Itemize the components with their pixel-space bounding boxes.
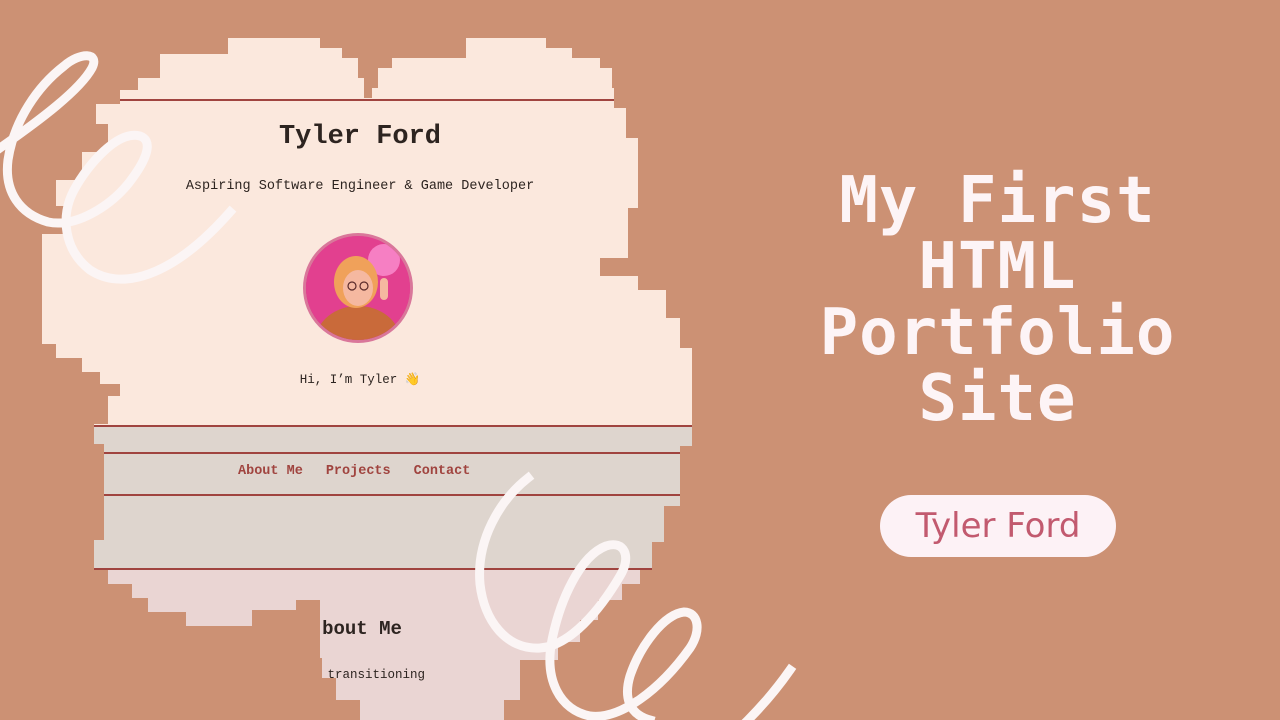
nav-about-me[interactable]: About Me (238, 464, 303, 479)
nav-contact[interactable]: Contact (414, 464, 471, 479)
hero-title: My First HTML Portfolio Site (770, 168, 1225, 432)
hero-title-line-1: My First (839, 164, 1156, 238)
nav-projects[interactable]: Projects (326, 464, 391, 479)
nav-divider-bottom (0, 494, 720, 496)
hero-title-line-3: Portfolio (819, 296, 1176, 370)
hero-title-line-4: Site (918, 362, 1077, 436)
site-subtitle: Aspiring Software Engineer & Game Develo… (185, 179, 535, 194)
site-nav: About Me Projects Contact (238, 464, 470, 479)
avatar (303, 233, 413, 343)
profile-photo (306, 236, 410, 340)
nav-section (0, 427, 720, 568)
portfolio-screenshot: Tyler Ford Aspiring Software Engineer & … (0, 0, 720, 720)
author-pill: Tyler Ford (880, 495, 1116, 557)
hero-title-line-2: HTML (918, 230, 1077, 304)
site-title: Tyler Ford (278, 122, 442, 152)
author-name: Tyler Ford (915, 506, 1081, 546)
nav-divider-top (0, 452, 720, 454)
